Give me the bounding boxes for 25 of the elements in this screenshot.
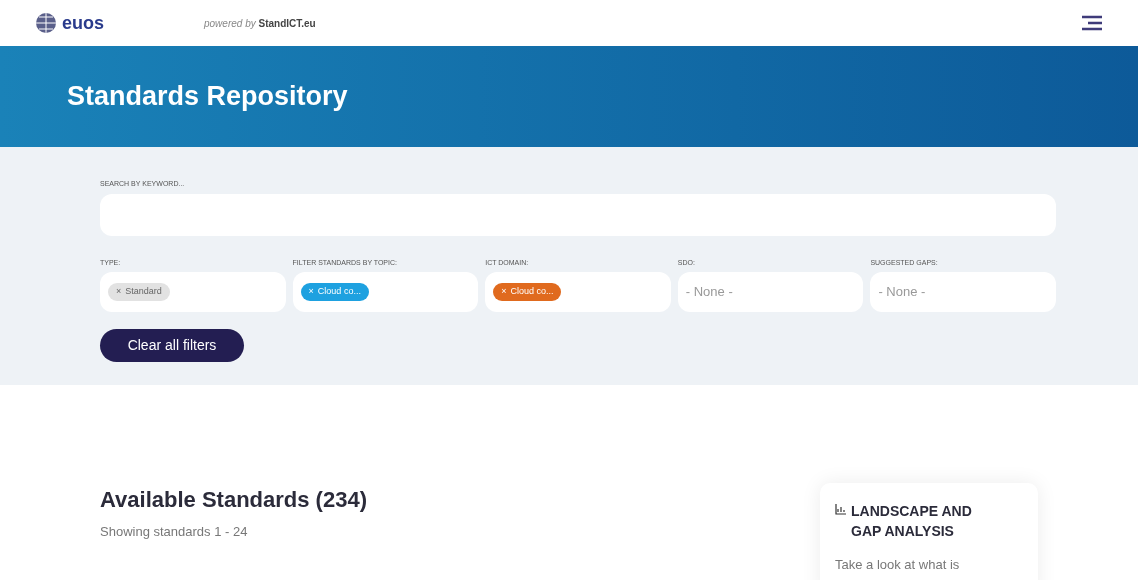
remove-tag-button[interactable]: × [308,285,314,299]
select-value: - None - [685,283,733,302]
remove-tag-button[interactable]: × [116,285,122,299]
menu-icon[interactable] [1080,14,1104,32]
filter-select[interactable]: × Cloud co... [485,272,671,312]
globe-icon [34,11,58,35]
logo[interactable]: euos [34,9,204,37]
card-text: Take a look at what is [835,556,961,574]
remove-tag-button[interactable]: × [501,285,507,299]
select-value: - None - [878,283,926,302]
powered-by-text: powered by StandICT.eu [204,16,316,31]
filter-select[interactable]: × Standard [100,272,286,312]
filter-select[interactable]: - None - [677,272,864,312]
results-count: Showing standards 1 - 24 [100,523,249,541]
card-title: LANDSCAPE AND GAP ANALYSIS [851,502,973,541]
tag-label: Cloud co... [510,285,554,299]
tag-label: Cloud co... [317,285,361,299]
filter-select[interactable]: - None - [870,272,1056,312]
filter-select[interactable]: × Cloud co... [292,272,479,312]
tag-label: Standard [125,285,162,299]
logo-text: euos [62,11,104,35]
chart-icon [835,503,847,515]
clear-filters-button[interactable]: Clear all filters [100,329,244,362]
page-title: Standards Repository [67,80,348,114]
results-title: Available Standards (234) [100,486,368,514]
